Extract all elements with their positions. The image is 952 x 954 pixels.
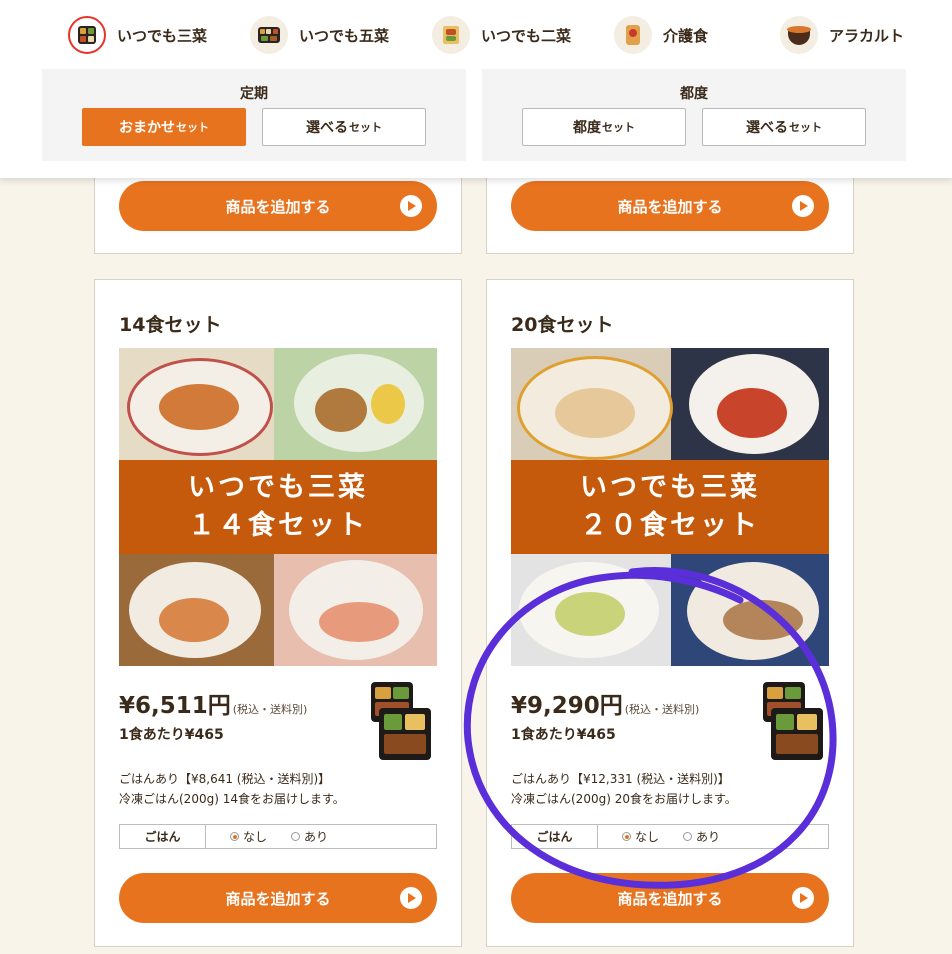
category-label: いつでも三菜 — [117, 26, 208, 45]
price-note: (税込・送料別) — [232, 703, 308, 716]
per-meal-price: 1食あたり¥465 — [511, 727, 616, 743]
option-label: なし — [635, 830, 660, 844]
radio-selected-icon[interactable] — [622, 832, 631, 841]
price: ¥6,511円 (税込・送料別) — [119, 686, 307, 720]
rice-option-none[interactable]: なし — [622, 825, 659, 848]
category-label: 介護食 — [663, 26, 709, 45]
radio-icon[interactable] — [683, 832, 693, 841]
button-sublabel: セット — [349, 121, 382, 134]
card-title: 20食セット — [511, 314, 614, 336]
add-product-button[interactable]: 商品を追加する — [511, 181, 829, 231]
rice-option-selector: ごはん なし あり — [119, 824, 437, 849]
per-meal-price: 1食あたり¥465 — [119, 727, 224, 743]
category-itsudemo-sansai[interactable]: いつでも三菜 — [68, 14, 207, 56]
product-photo: いつでも三菜 １４食セット — [119, 348, 437, 666]
price: ¥9,290円 (税込・送料別) — [511, 686, 699, 720]
option-label: あり — [696, 830, 721, 844]
option-header: ごはん — [120, 825, 206, 848]
rice-option-selector: ごはん なし あり — [511, 824, 829, 849]
two-dish-icon — [432, 16, 470, 54]
add-product-label: 商品を追加する — [617, 889, 723, 908]
add-product-button[interactable]: 商品を追加する — [511, 873, 829, 923]
category-label: いつでも五菜 — [299, 26, 390, 45]
radio-icon[interactable] — [291, 832, 301, 841]
play-arrow-icon — [400, 887, 422, 909]
button-sublabel: セット — [602, 121, 635, 134]
product-card-14: 14食セット いつでも三菜 １４食セット ¥6,511円 (税込・送料別) 1食あ… — [94, 279, 462, 947]
teiki-panel: 定期 おまかせ セット 選べる セット — [42, 69, 466, 161]
site-header: いつでも三菜 いつでも五菜 いつでも二菜 介護食 アラカルト 定期 おまかせ セッ… — [0, 0, 952, 178]
category-label: アラカルト — [829, 26, 905, 45]
banner-line-2: ２０食セット — [580, 510, 760, 541]
button-label: 都度 — [573, 120, 601, 136]
play-arrow-icon — [400, 195, 422, 217]
omakase-set-button[interactable]: おまかせ セット — [82, 108, 246, 146]
category-itsudemo-gosai[interactable]: いつでも五菜 — [250, 14, 389, 56]
rice-option-with[interactable]: あり — [683, 825, 720, 848]
category-nav: いつでも三菜 いつでも五菜 いつでも二菜 介護食 アラカルト — [0, 14, 952, 56]
price-note: (税込・送料別) — [624, 703, 700, 716]
eraberu-set-button[interactable]: 選べる セット — [702, 108, 866, 146]
option-header: ごはん — [512, 825, 598, 848]
rice-price: ごはんあり【¥8,641 (税込・送料別)】 — [119, 772, 331, 786]
rice-option-with[interactable]: あり — [291, 825, 328, 848]
eraberu-set-button[interactable]: 選べる セット — [262, 108, 426, 146]
banner-line-2: １４食セット — [188, 510, 368, 541]
option-label: あり — [304, 830, 329, 844]
product-banner: いつでも三菜 ２０食セット — [511, 460, 829, 554]
rice-price: ごはんあり【¥12,331 (税込・送料別)】 — [511, 772, 730, 786]
care-meal-icon — [614, 16, 652, 54]
option-label: なし — [243, 830, 268, 844]
panel-title: 定期 — [240, 86, 268, 102]
rice-description: 冷凍ごはん(200g) 14食をお届けします。 — [119, 792, 345, 806]
price-value: ¥6,511円 — [119, 693, 231, 719]
bento-tray-icon — [763, 682, 827, 766]
card-title: 14食セット — [119, 314, 222, 336]
tsudo-set-button[interactable]: 都度 セット — [522, 108, 686, 146]
button-sublabel: セット — [789, 121, 822, 134]
bento-tray-icon — [371, 682, 435, 766]
add-product-button[interactable]: 商品を追加する — [119, 181, 437, 231]
rice-description: 冷凍ごはん(200g) 20食をお届けします。 — [511, 792, 737, 806]
three-dish-tray-icon — [68, 16, 106, 54]
add-product-label: 商品を追加する — [225, 889, 331, 908]
bowl-icon — [780, 16, 818, 54]
category-kaigo[interactable]: 介護食 — [614, 14, 708, 56]
play-arrow-icon — [792, 887, 814, 909]
category-label: いつでも二菜 — [481, 26, 572, 45]
product-banner: いつでも三菜 １４食セット — [119, 460, 437, 554]
button-label: 選べる — [306, 120, 348, 136]
radio-selected-icon[interactable] — [230, 832, 239, 841]
play-arrow-icon — [792, 195, 814, 217]
category-alacarte[interactable]: アラカルト — [780, 14, 904, 56]
product-photo: いつでも三菜 ２０食セット — [511, 348, 829, 666]
rice-option-none[interactable]: なし — [230, 825, 267, 848]
panel-title: 都度 — [680, 86, 708, 102]
add-product-label: 商品を追加する — [617, 197, 723, 216]
button-label: 選べる — [746, 120, 788, 136]
price-value: ¥9,290円 — [511, 693, 623, 719]
add-product-button[interactable]: 商品を追加する — [119, 873, 437, 923]
button-label: おまかせ — [119, 120, 175, 136]
category-itsudemo-nisai[interactable]: いつでも二菜 — [432, 14, 571, 56]
banner-line-1: いつでも三菜 — [188, 472, 368, 503]
five-dish-tray-icon — [250, 16, 288, 54]
tsudo-panel: 都度 都度 セット 選べる セット — [482, 69, 906, 161]
add-product-label: 商品を追加する — [225, 197, 331, 216]
banner-line-1: いつでも三菜 — [580, 472, 760, 503]
button-sublabel: セット — [176, 121, 209, 134]
product-card-20: 20食セット いつでも三菜 ２０食セット ¥9,290円 (税込・送料別) 1食あ… — [486, 279, 854, 947]
